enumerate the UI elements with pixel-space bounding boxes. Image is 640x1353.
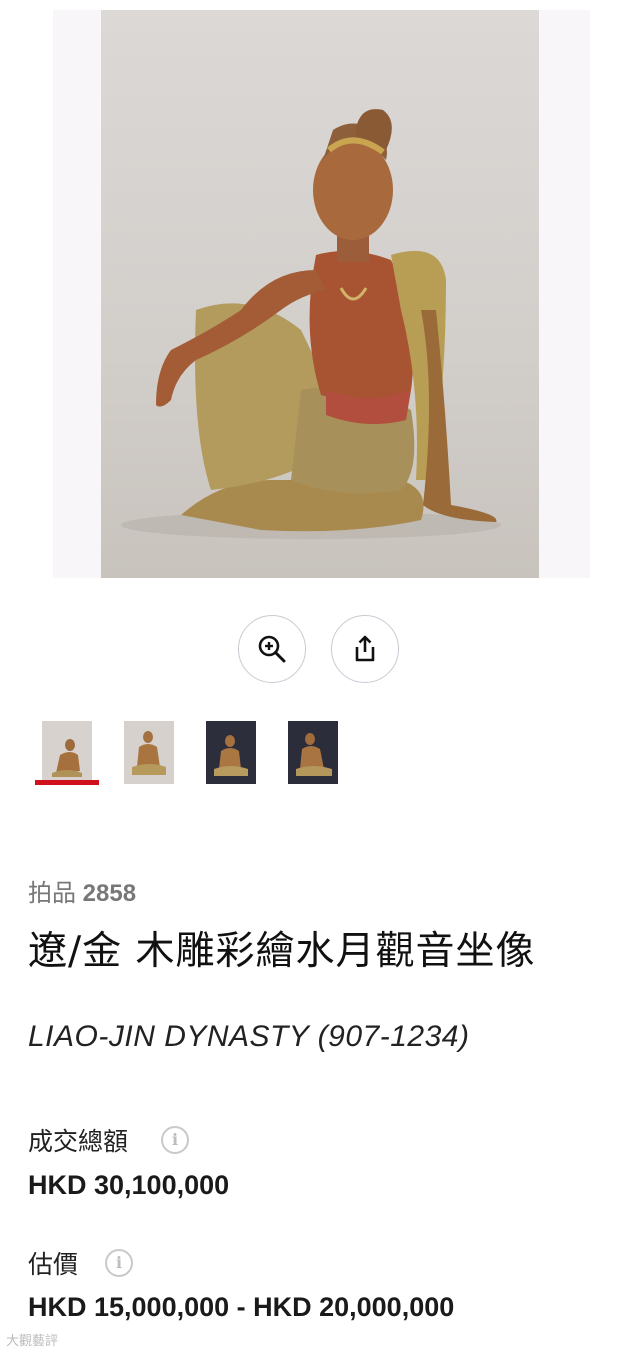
thumbnail-1-image	[42, 721, 92, 784]
lot-number: 拍品 2858	[28, 873, 136, 908]
thumbnail-4[interactable]	[288, 721, 338, 784]
lot-prefix: 拍品	[28, 880, 76, 907]
lot-title: 遼/金 木雕彩繪水月觀音坐像	[28, 929, 536, 974]
thumbnail-active-indicator	[35, 780, 99, 785]
estimate-value: HKD 15,000,000 - HKD 20,000,000	[28, 1292, 455, 1322]
thumbnail-2-image	[124, 721, 174, 784]
thumbnail-3-image	[206, 721, 256, 784]
thumbnail-4-image	[288, 721, 338, 784]
share-icon	[355, 635, 375, 662]
info-icon[interactable]: i	[105, 1249, 133, 1277]
zoom-button[interactable]	[238, 615, 306, 683]
share-button[interactable]	[331, 615, 399, 683]
sold-price-label: 成交總額	[28, 1127, 129, 1156]
hero-image[interactable]	[101, 10, 539, 578]
guanyin-sculpture-image	[121, 109, 501, 539]
thumbnail-1[interactable]	[42, 721, 92, 784]
estimate-label: 估價	[28, 1250, 79, 1279]
lot-number-value: 2858	[82, 880, 137, 907]
lot-subtitle: LIAO-JIN DYNASTY (907-1234)	[28, 1020, 470, 1053]
watermark: 大觀藝評	[6, 1334, 59, 1349]
info-icon[interactable]: i	[161, 1126, 189, 1154]
zoom-in-icon	[258, 635, 286, 663]
thumbnail-3[interactable]	[206, 721, 256, 784]
sold-price-value: HKD 30,100,000	[28, 1170, 230, 1200]
thumbnail-2[interactable]	[124, 721, 174, 784]
